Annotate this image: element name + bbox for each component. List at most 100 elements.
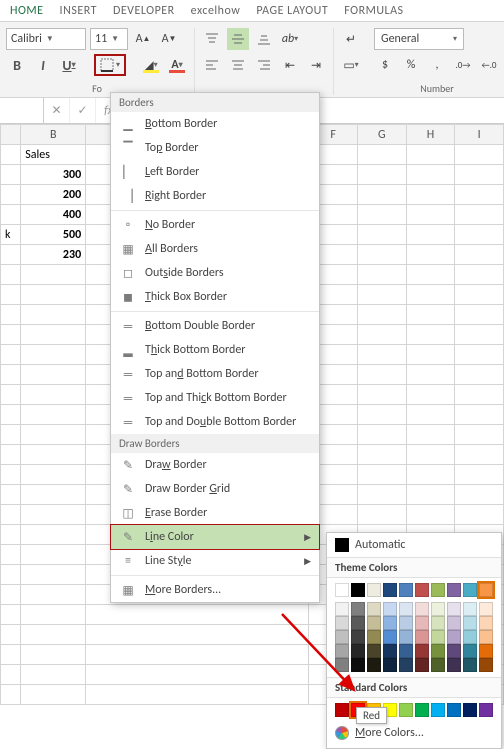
menu-item-bottom-border[interactable]: ▁BBottom Borderottom Border (111, 112, 319, 136)
cell[interactable]: Sales (21, 145, 86, 165)
comma-format-button[interactable]: , (426, 54, 448, 76)
color-swatch[interactable] (415, 602, 429, 616)
tab-developer[interactable]: DEVELOPER (113, 4, 175, 18)
grow-font-button[interactable]: A▲ (132, 28, 154, 50)
wrap-text-button[interactable]: ↵ (340, 28, 362, 50)
tab-home[interactable]: HOME (10, 4, 44, 18)
color-swatch[interactable] (351, 644, 365, 658)
cancel-formula-button[interactable]: ✕ (44, 98, 70, 123)
menu-item-no-border[interactable]: ▫No Border (111, 213, 319, 237)
cell[interactable]: 400 (21, 205, 86, 225)
menu-item-top-border[interactable]: ▔Top Border (111, 136, 319, 160)
align-right-button[interactable] (253, 54, 275, 76)
color-swatch[interactable] (415, 583, 429, 597)
color-swatch[interactable] (335, 602, 349, 616)
color-swatch[interactable] (447, 583, 461, 597)
merge-center-button[interactable]: ▭▾ (340, 54, 362, 76)
name-box[interactable] (0, 98, 44, 123)
color-swatch[interactable] (479, 658, 493, 672)
increase-decimal-button[interactable]: .0→ (452, 54, 474, 76)
color-swatch[interactable] (367, 658, 381, 672)
color-swatch[interactable] (383, 602, 397, 616)
menu-item-bottom-double-border[interactable]: ═Bottom Double Border (111, 314, 319, 338)
menu-item-thick-bottom-border[interactable]: ▂Thick Bottom Border (111, 338, 319, 362)
font-color-button[interactable]: A▾ (166, 54, 188, 76)
font-name-combo[interactable]: Calibri ▼ (6, 28, 86, 50)
color-swatch[interactable] (415, 644, 429, 658)
menu-item-erase-border[interactable]: ◫Erase Border (111, 501, 319, 525)
color-swatch[interactable] (415, 703, 429, 717)
shrink-font-button[interactable]: A▼ (158, 28, 180, 50)
color-swatch[interactable] (447, 703, 461, 717)
color-swatch[interactable] (447, 644, 461, 658)
menu-item-draw-border-grid[interactable]: ✎Draw Border Grid (111, 477, 319, 501)
color-swatch[interactable] (479, 630, 493, 644)
color-swatch[interactable] (415, 658, 429, 672)
menu-item-more-borders[interactable]: ▦More Borders... (111, 578, 319, 602)
color-swatch[interactable] (447, 630, 461, 644)
borders-splitbutton[interactable]: ▾ (94, 54, 126, 76)
color-swatch[interactable] (431, 616, 445, 630)
col-header[interactable]: H (406, 125, 455, 145)
color-swatch[interactable] (335, 658, 349, 672)
color-swatch[interactable] (383, 658, 397, 672)
tab-pagelayout[interactable]: PAGE LAYOUT (256, 4, 328, 18)
col-header[interactable]: G (357, 125, 406, 145)
tab-insert[interactable]: INSERT (60, 4, 97, 18)
number-format-combo[interactable]: General ▾ (374, 28, 464, 50)
color-swatch[interactable] (383, 644, 397, 658)
menu-item-thick-box-border[interactable]: ◼Thick Box Border (111, 285, 319, 309)
align-top-button[interactable] (201, 28, 223, 50)
color-swatch[interactable] (335, 703, 349, 717)
color-swatch[interactable] (351, 583, 365, 597)
color-swatch[interactable] (383, 630, 397, 644)
color-swatch[interactable] (431, 703, 445, 717)
color-swatch[interactable] (463, 703, 477, 717)
color-swatch[interactable] (479, 602, 493, 616)
color-swatch[interactable] (463, 658, 477, 672)
color-swatch[interactable] (415, 630, 429, 644)
bold-button[interactable]: B (6, 54, 28, 76)
align-left-button[interactable] (201, 54, 223, 76)
menu-item-top-thick-bottom-border[interactable]: ═Top and Thick Bottom Border (111, 386, 319, 410)
enter-formula-button[interactable]: ✓ (70, 98, 96, 123)
color-swatch[interactable] (399, 658, 413, 672)
menu-item-top-double-bottom-border[interactable]: ═Top and Double Bottom Border (111, 410, 319, 434)
select-all-corner[interactable] (1, 125, 21, 145)
align-bottom-button[interactable] (253, 28, 275, 50)
menu-item-outside-borders[interactable]: ◻Outside Borders (111, 261, 319, 285)
color-swatch[interactable] (399, 602, 413, 616)
color-swatch[interactable] (367, 583, 381, 597)
italic-button[interactable]: I (32, 54, 54, 76)
color-swatch[interactable] (431, 602, 445, 616)
increase-indent-button[interactable]: ⇥ (305, 54, 327, 76)
color-swatch[interactable] (479, 583, 493, 597)
color-swatch[interactable] (383, 616, 397, 630)
color-swatch[interactable] (367, 644, 381, 658)
menu-item-left-border[interactable]: ▏Left Border (111, 160, 319, 184)
color-swatch[interactable] (399, 583, 413, 597)
tab-excelhow[interactable]: excelhow (191, 4, 241, 18)
menu-item-top-bottom-border[interactable]: ═Top and Bottom Border (111, 362, 319, 386)
color-swatch[interactable] (399, 616, 413, 630)
color-swatch[interactable] (431, 583, 445, 597)
color-swatch[interactable] (415, 616, 429, 630)
color-swatch[interactable] (335, 630, 349, 644)
percent-format-button[interactable]: % (400, 54, 422, 76)
decrease-indent-button[interactable]: ⇤ (279, 54, 301, 76)
color-swatch[interactable] (335, 583, 349, 597)
color-automatic-item[interactable]: Automatic (327, 533, 501, 557)
color-swatch[interactable] (463, 602, 477, 616)
color-swatch[interactable] (335, 616, 349, 630)
tab-formulas[interactable]: FORMULAS (344, 4, 403, 18)
color-swatch[interactable] (447, 616, 461, 630)
color-swatch[interactable] (351, 602, 365, 616)
accounting-format-button[interactable]: $ (374, 54, 396, 76)
color-swatch[interactable] (335, 644, 349, 658)
cell[interactable]: k (1, 225, 21, 245)
align-middle-button[interactable] (227, 28, 249, 50)
color-swatch[interactable] (399, 703, 413, 717)
menu-item-draw-border[interactable]: ✎Draw Border (111, 453, 319, 477)
cell[interactable]: 230 (21, 245, 86, 265)
color-swatch[interactable] (383, 583, 397, 597)
